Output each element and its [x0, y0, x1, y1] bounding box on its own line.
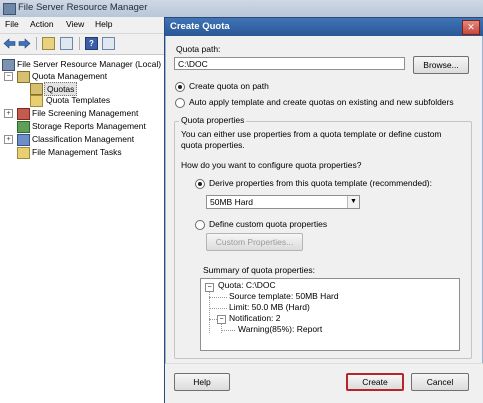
radio-derive-template[interactable]	[195, 179, 205, 189]
quota-management-icon	[17, 71, 30, 83]
storage-reports-icon	[17, 121, 30, 133]
custom-properties-button[interactable]: Custom Properties...	[206, 233, 303, 251]
radio-auto-apply[interactable]	[175, 98, 185, 108]
template-select[interactable]: 50MB Hard ▼	[206, 195, 360, 209]
tree-connector	[209, 292, 210, 333]
forward-arrow-icon[interactable]	[18, 37, 31, 50]
summary-warning: Warning(85%): Report	[238, 324, 323, 334]
quota-templates-icon	[30, 95, 43, 107]
menu-view[interactable]: View	[66, 19, 84, 29]
summary-quota: Quota: C:\DOC	[218, 280, 276, 290]
collapse-icon[interactable]: −	[217, 315, 226, 324]
mmc-title: File Server Resource Manager	[18, 2, 148, 13]
toolbar-separator	[36, 37, 37, 50]
tree-label-file-screening: File Screening Management	[32, 108, 139, 118]
collapse-icon[interactable]: −	[205, 283, 214, 292]
collapse-icon[interactable]: −	[4, 72, 13, 81]
back-arrow-icon[interactable]	[3, 37, 16, 50]
dialog-title: Create Quota	[170, 21, 230, 32]
tree-label-file-management-tasks: File Management Tasks	[32, 147, 122, 157]
radio-auto-apply-label[interactable]: Auto apply template and create quotas on…	[189, 97, 454, 107]
tree-connector	[221, 324, 222, 333]
menu-help[interactable]: Help	[95, 19, 112, 29]
summary-notification: Notification: 2	[229, 313, 281, 323]
server-icon	[2, 59, 15, 71]
template-select-value: 50MB Hard	[210, 197, 253, 207]
tree-connector	[209, 319, 217, 320]
toolbar-separator	[79, 37, 80, 50]
mmc-title-bar: File Server Resource Manager	[0, 0, 483, 18]
summary-tree[interactable]: − Quota: C:\DOC Source template: 50MB Ha…	[200, 278, 460, 351]
radio-create-on-path-label[interactable]: Create quota on path	[189, 81, 269, 91]
file-management-tasks-icon	[17, 147, 30, 159]
show-hide-tree-icon[interactable]	[60, 37, 73, 50]
close-icon: ✕	[467, 22, 475, 32]
tree-label-classification: Classification Management	[32, 134, 135, 144]
help-icon[interactable]: ?	[85, 37, 98, 50]
file-screening-icon	[17, 108, 30, 120]
dialog-button-bar: Help Create Cancel	[165, 363, 483, 403]
properties-description: You can either use properties from a quo…	[181, 129, 442, 150]
up-folder-icon[interactable]	[42, 37, 55, 50]
tree-label-quota-templates: Quota Templates	[46, 95, 111, 105]
summary-label: Summary of quota properties:	[203, 265, 315, 275]
quota-properties-legend: Quota properties	[179, 115, 247, 125]
show-action-pane-icon[interactable]	[102, 37, 115, 50]
app-icon	[3, 3, 16, 15]
radio-define-custom-label[interactable]: Define custom quota properties	[209, 219, 327, 229]
menu-file[interactable]: File	[5, 19, 19, 29]
create-button[interactable]: Create	[346, 373, 404, 391]
tree-connector	[209, 308, 227, 309]
summary-source-template: Source template: 50MB Hard	[229, 291, 339, 301]
radio-derive-template-label[interactable]: Derive properties from this quota templa…	[209, 178, 432, 188]
quota-path-input[interactable]: C:\DOC	[174, 57, 405, 70]
how-configure-label: How do you want to configure quota prope…	[181, 160, 362, 170]
summary-limit: Limit: 50.0 MB (Hard)	[229, 302, 310, 312]
expand-icon[interactable]: +	[4, 109, 13, 118]
classification-icon	[17, 134, 30, 146]
close-button[interactable]: ✕	[462, 20, 480, 35]
menu-action[interactable]: Action	[30, 19, 54, 29]
chevron-down-icon[interactable]: ▼	[347, 196, 359, 208]
quota-path-label: Quota path:	[176, 44, 221, 54]
tree-label-root: File Server Resource Manager (Local)	[17, 59, 162, 69]
radio-define-custom[interactable]	[195, 220, 205, 230]
expand-icon[interactable]: +	[4, 135, 13, 144]
tree-label-storage-reports: Storage Reports Management	[32, 121, 146, 131]
tree-connector	[209, 297, 227, 298]
browse-button[interactable]: Browse...	[413, 56, 469, 74]
cancel-button[interactable]: Cancel	[411, 373, 469, 391]
quotas-icon	[30, 83, 43, 95]
create-quota-dialog: Create Quota ✕ Quota path: C:\DOC Browse…	[164, 17, 483, 403]
help-button[interactable]: Help	[174, 373, 230, 391]
console-tree: File Server Resource Manager (Local) − Q…	[0, 55, 165, 403]
radio-create-on-path[interactable]	[175, 82, 185, 92]
tree-label-quota-management: Quota Management	[32, 71, 108, 81]
tree-connector	[221, 330, 235, 331]
dialog-title-bar: Create Quota ✕	[165, 18, 483, 36]
